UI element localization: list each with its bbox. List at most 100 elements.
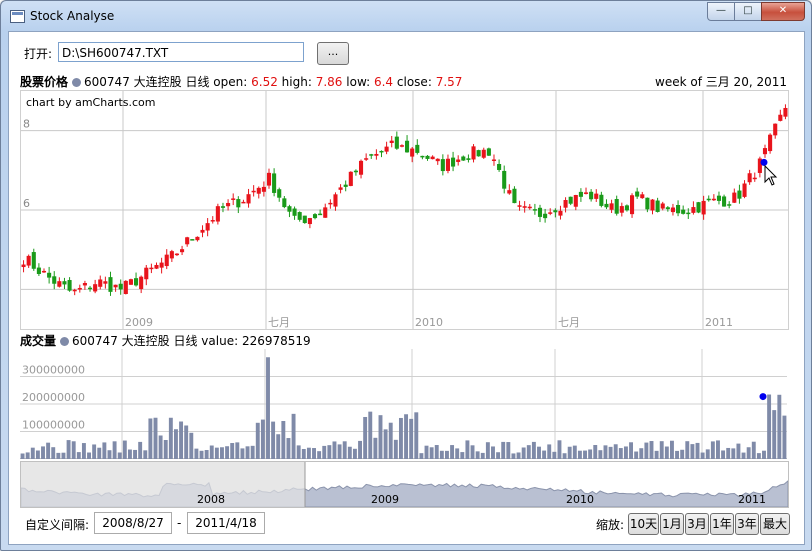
volume-bar (491, 446, 495, 459)
volume-bar (81, 443, 86, 459)
candle-body (768, 134, 773, 152)
volume-bar (629, 442, 633, 459)
candle-body (287, 206, 292, 212)
candle-body (113, 284, 118, 288)
open-label: 打开: (24, 47, 53, 61)
candle-body (701, 200, 706, 215)
from-date-input[interactable]: 2008/8/27 (94, 512, 172, 534)
volume-bar (782, 415, 787, 459)
scrollbar-svg[interactable]: 2008 2009 2010 2011 (20, 462, 789, 508)
volume-bar (291, 413, 296, 459)
candle-body (727, 204, 732, 206)
zoom-1y-button[interactable]: 1年 (710, 513, 734, 535)
volume-bar (71, 441, 76, 459)
candle-body (241, 201, 246, 204)
chart-scrollbar[interactable]: 2008 2009 2010 2011 (20, 461, 789, 508)
candle-body (563, 200, 568, 208)
candle-body (318, 213, 323, 216)
candle-body (251, 190, 256, 193)
candle-body (82, 282, 87, 286)
volume-bar (107, 450, 112, 459)
volume-bar (485, 442, 490, 459)
candle-body (31, 252, 36, 269)
zoom-1m-button[interactable]: 1月 (660, 513, 684, 535)
volume-bar (276, 434, 281, 459)
candle-body (261, 186, 266, 192)
volume-bar (271, 421, 276, 459)
volume-bar (117, 452, 122, 459)
price-legend: 股票价格 600747 大连控股 日线 open: 6.52 high: 7.86… (20, 73, 462, 90)
volume-title: 成交量 (20, 334, 57, 348)
volume-bar (598, 450, 603, 459)
candle-body (691, 207, 696, 213)
volume-bar (368, 411, 373, 459)
scrollbar-x-tick: 2009 (371, 493, 399, 506)
volume-bar (700, 452, 705, 459)
volume-bar (695, 442, 700, 459)
volume-bar (184, 425, 189, 459)
browse-button[interactable]: ... (317, 42, 349, 65)
price-chart[interactable]: 6 8 2009 七月 2010 七月 2011 chart by amCharts.com (20, 90, 789, 330)
volume-value-label: value: (201, 334, 239, 348)
volume-bar (649, 441, 654, 459)
zoom-10d-button[interactable]: 10天 (628, 513, 659, 535)
open-label: open: (213, 75, 248, 89)
candle-body (21, 264, 26, 268)
candle-body (205, 223, 210, 231)
volume-bar (76, 452, 81, 459)
volume-legend: 成交量 600747 大连控股 日线 value: 226978519 (20, 332, 311, 349)
candle-body (522, 206, 527, 208)
volume-bar (480, 452, 485, 459)
volume-bar (608, 446, 613, 459)
candle-body (103, 281, 108, 284)
candle-body (405, 140, 410, 153)
volume-bar (644, 442, 649, 459)
volume-bar (306, 447, 311, 459)
volume-bar (680, 449, 685, 459)
volume-series-name: 600747 大连控股 日线 (72, 334, 198, 348)
volume-y-tick: 300000000 (22, 364, 85, 377)
volume-bar (41, 446, 45, 459)
scrollbar-x-tick: 2011 (738, 493, 766, 506)
zoom-max-button[interactable]: 最大 (760, 513, 790, 535)
candle-body (180, 249, 185, 253)
maximize-button[interactable]: □ (734, 2, 762, 21)
volume-bar (312, 448, 316, 459)
candle-body (486, 148, 491, 156)
candle-body (558, 210, 563, 216)
minimize-button[interactable]: — (707, 2, 735, 21)
price-chart-svg[interactable]: 6 8 2009 七月 2010 七月 2011 (21, 91, 788, 329)
volume-bar (398, 417, 403, 459)
volume-bar (46, 442, 51, 459)
volume-chart[interactable]: 100000000 200000000 300000000 (20, 349, 787, 459)
candle-body (594, 193, 599, 199)
candle-body (502, 170, 507, 189)
candle-body (778, 114, 783, 121)
zoom-3y-button[interactable]: 3年 (735, 513, 759, 535)
candle-body (619, 206, 624, 213)
bottom-toolbar: 自定义间隔: 2008/8/27 - 2011/4/18 缩放: 10天 1月 … (9, 510, 804, 540)
volume-bar (97, 447, 102, 459)
candle-body (41, 270, 47, 273)
candle-body (440, 159, 445, 172)
candle-body (210, 220, 215, 222)
candle-body (164, 254, 169, 267)
candle-body (573, 194, 578, 207)
volume-chart-svg[interactable]: 100000000 200000000 300000000 (20, 349, 787, 459)
to-date-input[interactable]: 2011/4/18 (187, 512, 265, 534)
volume-bar (87, 452, 91, 459)
volume-bar (383, 429, 388, 459)
file-path-input[interactable]: D:\SH600747.TXT (58, 42, 304, 62)
candle-body (706, 198, 711, 201)
volume-bar (547, 444, 552, 459)
candle-body (236, 199, 241, 208)
volume-bar (736, 443, 741, 459)
volume-bar (168, 417, 173, 459)
candle-body (466, 158, 471, 160)
zoom-3m-button[interactable]: 3月 (685, 513, 709, 535)
title-bar[interactable]: Stock Analyse — □ ✕ (1, 1, 811, 31)
volume-bar (404, 414, 409, 459)
close-button[interactable]: ✕ (761, 2, 805, 21)
volume-bar (705, 449, 710, 459)
volume-bar (25, 452, 30, 459)
